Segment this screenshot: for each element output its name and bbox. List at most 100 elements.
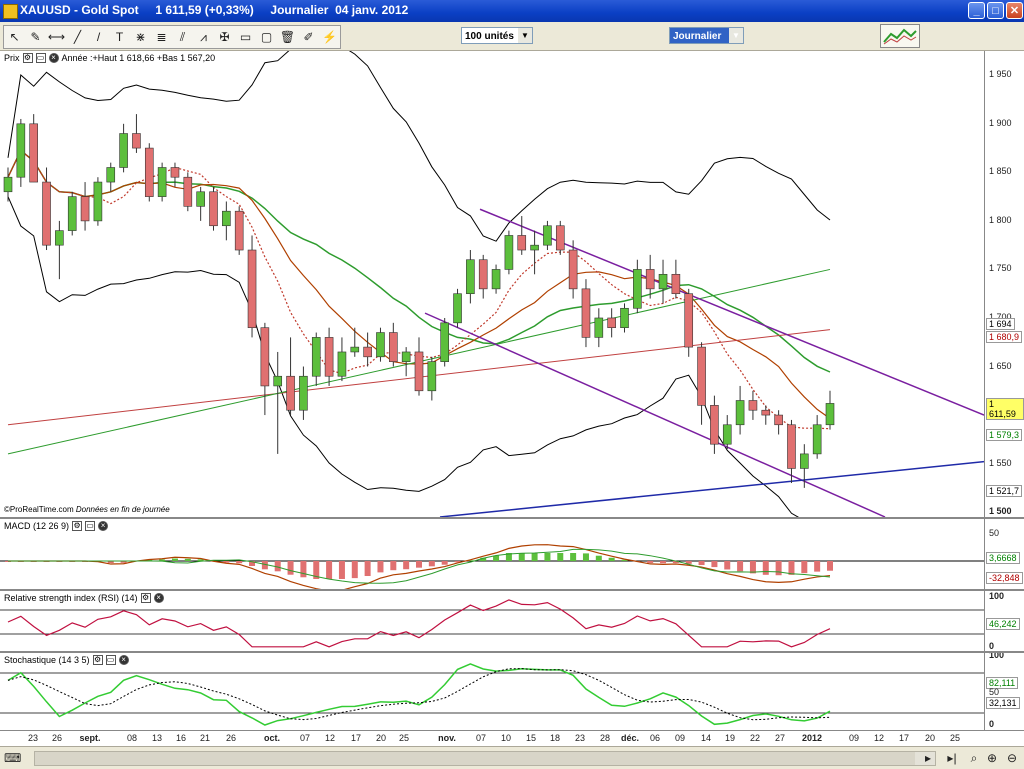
macd-histogram-bar (699, 561, 705, 565)
candle (158, 163, 166, 202)
candle (55, 221, 63, 279)
candle-body (723, 425, 731, 444)
stoch-panel-header: Stochastique (14 3 5) ⚙ ▭ × (4, 655, 129, 665)
candle (222, 201, 230, 240)
date-axis-label: 27 (775, 733, 785, 743)
close-icon[interactable]: × (154, 593, 164, 603)
macd-histogram-bar (365, 561, 371, 576)
date-axis-label: 06 (650, 733, 660, 743)
candle (454, 289, 462, 328)
trendline-icon[interactable]: ╱ (67, 26, 88, 48)
stoch-chart[interactable] (0, 653, 984, 732)
macd-histogram-bar (326, 561, 332, 579)
candle-body (132, 134, 140, 149)
candle-body (454, 294, 462, 323)
horizontal-line-icon[interactable]: ⟷ (46, 26, 67, 48)
candle (672, 260, 680, 299)
chart-style-button[interactable] (880, 24, 920, 48)
macd-scale[interactable]: 50 3,6668 -32,848 (984, 519, 1024, 591)
minimize-button[interactable]: _ (968, 2, 985, 19)
zoom-out-icon[interactable]: ⊖ (1004, 750, 1020, 766)
close-icon[interactable]: × (119, 655, 129, 665)
macd-scale-top: 50 (989, 528, 999, 538)
pencil-icon[interactable]: ✐ (298, 26, 319, 48)
go-end-icon[interactable]: ▸| (944, 750, 960, 766)
window-icon[interactable]: ▭ (36, 53, 46, 63)
candle-body (492, 269, 500, 288)
candle (132, 114, 140, 153)
period-select[interactable]: Journalier ▼ (669, 27, 744, 44)
toolbar: ↖✎⟷╱/T⋇≣⫽⩘✠▭▢🗑✐⚡ 100 unités ▼ Journalier… (0, 22, 1024, 51)
close-icon[interactable]: × (49, 53, 59, 63)
candle (274, 352, 282, 454)
macd-histogram-bar (390, 561, 396, 570)
date-axis-label: 21 (200, 733, 210, 743)
text-icon[interactable]: T (109, 26, 130, 48)
fibonacci-icon[interactable]: ≣ (151, 26, 172, 48)
wrench-icon[interactable]: ⚙ (72, 521, 82, 531)
candle-body (787, 425, 795, 469)
candle-body (107, 168, 115, 183)
zigzag-icon[interactable]: ⩘ (193, 26, 214, 48)
candle (659, 260, 667, 304)
date-axis[interactable]: 2326sept.0813162126oct.0712172025nov.071… (0, 730, 1024, 747)
trash-icon[interactable]: 🗑 (277, 26, 298, 48)
macd-histogram-bar (788, 561, 794, 575)
macd-histogram-bar (814, 561, 820, 572)
rectangle-alt-icon[interactable]: ▢ (256, 26, 277, 48)
rsi-scale[interactable]: 100 46,242 0 (984, 591, 1024, 653)
candle (543, 221, 551, 250)
macd-histogram-bar (339, 561, 345, 579)
zoom-icon[interactable]: ⌕ (966, 750, 982, 766)
price-scale-label: 1 900 (989, 118, 1012, 128)
price-tag: 1 611,59 (986, 398, 1024, 420)
wrench-icon[interactable]: ✎ (25, 26, 46, 48)
candle (505, 231, 513, 275)
zoom-in-icon[interactable]: ⊕ (984, 750, 1000, 766)
candle (184, 172, 192, 211)
units-select[interactable]: 100 unités ▼ (461, 27, 533, 44)
window-icon[interactable]: ▭ (85, 521, 95, 531)
price-chart[interactable] (0, 51, 984, 517)
candle-body (621, 308, 629, 327)
candle (210, 187, 218, 231)
close-button[interactable]: ✕ (1006, 2, 1023, 19)
candle (556, 221, 564, 255)
stoch-scale-mid: 50 (989, 687, 999, 697)
candle-body (556, 226, 564, 250)
wrench-icon[interactable]: ⚙ (23, 53, 33, 63)
macd-histogram-bar (570, 553, 576, 561)
wrench-icon[interactable]: ⚙ (93, 655, 103, 665)
keyboard-icon[interactable]: ⌨ (4, 750, 20, 766)
price-scale[interactable]: 1 9501 9001 8501 8001 7501 7001 6501 600… (984, 51, 1024, 517)
pointer-icon[interactable]: ↖ (4, 26, 25, 48)
date-axis-label: 20 (925, 733, 935, 743)
status-bar: ⌨ ▸ ▸| ⌕ ⊕ ⊖ (0, 746, 1024, 769)
macd-histogram-bar (583, 553, 589, 561)
macd-histogram-bar (532, 553, 538, 561)
stoch-scale[interactable]: 100 82,111 50 32,131 0 (984, 653, 1024, 732)
fan-icon[interactable]: ⋇ (130, 26, 151, 48)
line-icon[interactable]: / (88, 26, 109, 48)
macd-histogram-bar (776, 561, 782, 575)
maximize-button[interactable]: □ (987, 2, 1004, 19)
close-icon[interactable]: × (98, 521, 108, 531)
channel-icon[interactable]: ⫽ (172, 26, 193, 48)
wrench-icon[interactable]: ⚙ (141, 593, 151, 603)
date-axis-label: 12 (874, 733, 884, 743)
price-panel-legend: Année :+Haut 1 618,66 +Bas 1 567,20 (62, 53, 216, 63)
magic-icon[interactable]: ⚡ (319, 26, 340, 48)
cross-icon[interactable]: ✠ (214, 26, 235, 48)
footer-brand: ©ProRealTime.com (4, 505, 74, 514)
candle-body (30, 124, 38, 182)
macd-chart[interactable] (0, 519, 984, 591)
stoch-d-line (8, 669, 830, 720)
scroll-thumb[interactable] (35, 752, 915, 765)
horizontal-scrollbar[interactable] (34, 751, 936, 766)
scroll-right-button[interactable]: ▸ (920, 750, 936, 766)
rectangle-icon[interactable]: ▭ (235, 26, 256, 48)
window-icon[interactable]: ▭ (106, 655, 116, 665)
candle (402, 347, 410, 376)
candle-body (171, 168, 179, 178)
candle (325, 328, 333, 386)
